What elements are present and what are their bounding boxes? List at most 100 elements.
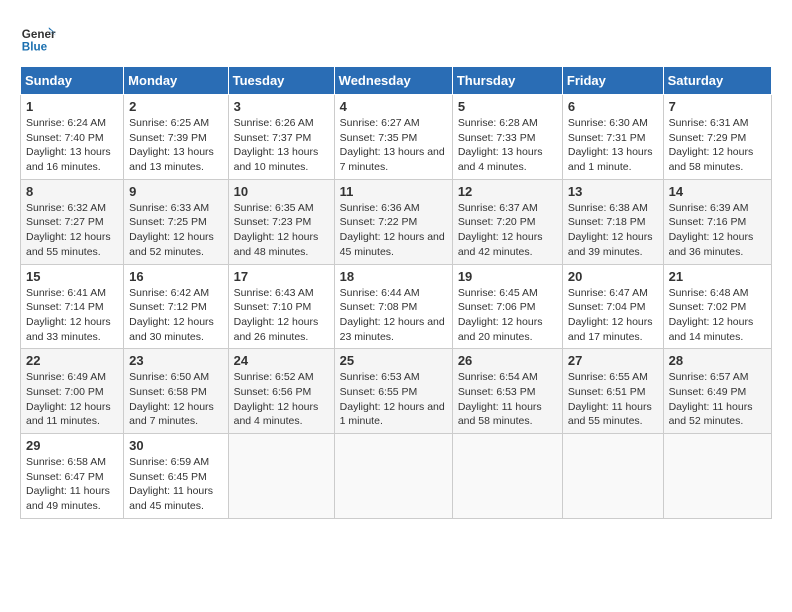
day-info: Sunrise: 6:47 AMSunset: 7:04 PMDaylight:… — [568, 287, 653, 343]
calendar-cell: 13 Sunrise: 6:38 AMSunset: 7:18 PMDaylig… — [562, 179, 663, 264]
day-number: 11 — [340, 184, 447, 199]
header-row: SundayMondayTuesdayWednesdayThursdayFrid… — [21, 67, 772, 95]
day-number: 18 — [340, 269, 447, 284]
day-number: 3 — [234, 99, 329, 114]
col-header-wednesday: Wednesday — [334, 67, 452, 95]
day-number: 7 — [669, 99, 766, 114]
col-header-sunday: Sunday — [21, 67, 124, 95]
day-info: Sunrise: 6:33 AMSunset: 7:25 PMDaylight:… — [129, 202, 214, 258]
svg-text:Blue: Blue — [22, 41, 48, 54]
calendar-cell — [452, 434, 562, 519]
day-info: Sunrise: 6:44 AMSunset: 7:08 PMDaylight:… — [340, 287, 445, 343]
col-header-monday: Monday — [124, 67, 228, 95]
day-number: 24 — [234, 353, 329, 368]
calendar-cell: 11 Sunrise: 6:36 AMSunset: 7:22 PMDaylig… — [334, 179, 452, 264]
day-info: Sunrise: 6:43 AMSunset: 7:10 PMDaylight:… — [234, 287, 319, 343]
day-info: Sunrise: 6:38 AMSunset: 7:18 PMDaylight:… — [568, 202, 653, 258]
day-number: 17 — [234, 269, 329, 284]
day-info: Sunrise: 6:57 AMSunset: 6:49 PMDaylight:… — [669, 371, 753, 427]
week-row: 1 Sunrise: 6:24 AMSunset: 7:40 PMDayligh… — [21, 95, 772, 180]
col-header-friday: Friday — [562, 67, 663, 95]
day-number: 4 — [340, 99, 447, 114]
calendar-cell — [334, 434, 452, 519]
day-number: 8 — [26, 184, 118, 199]
calendar-cell: 2 Sunrise: 6:25 AMSunset: 7:39 PMDayligh… — [124, 95, 228, 180]
calendar-cell: 14 Sunrise: 6:39 AMSunset: 7:16 PMDaylig… — [663, 179, 771, 264]
day-info: Sunrise: 6:37 AMSunset: 7:20 PMDaylight:… — [458, 202, 543, 258]
day-info: Sunrise: 6:35 AMSunset: 7:23 PMDaylight:… — [234, 202, 319, 258]
day-number: 28 — [669, 353, 766, 368]
calendar-cell: 10 Sunrise: 6:35 AMSunset: 7:23 PMDaylig… — [228, 179, 334, 264]
day-info: Sunrise: 6:26 AMSunset: 7:37 PMDaylight:… — [234, 117, 319, 173]
col-header-thursday: Thursday — [452, 67, 562, 95]
page-header: General Blue — [20, 20, 772, 56]
logo: General Blue — [20, 20, 56, 56]
calendar-cell: 22 Sunrise: 6:49 AMSunset: 7:00 PMDaylig… — [21, 349, 124, 434]
calendar-cell: 20 Sunrise: 6:47 AMSunset: 7:04 PMDaylig… — [562, 264, 663, 349]
day-info: Sunrise: 6:58 AMSunset: 6:47 PMDaylight:… — [26, 456, 110, 512]
day-number: 13 — [568, 184, 658, 199]
day-number: 25 — [340, 353, 447, 368]
day-info: Sunrise: 6:59 AMSunset: 6:45 PMDaylight:… — [129, 456, 213, 512]
day-info: Sunrise: 6:31 AMSunset: 7:29 PMDaylight:… — [669, 117, 754, 173]
calendar-cell: 18 Sunrise: 6:44 AMSunset: 7:08 PMDaylig… — [334, 264, 452, 349]
calendar-cell: 1 Sunrise: 6:24 AMSunset: 7:40 PMDayligh… — [21, 95, 124, 180]
day-number: 19 — [458, 269, 557, 284]
day-info: Sunrise: 6:48 AMSunset: 7:02 PMDaylight:… — [669, 287, 754, 343]
calendar-cell: 15 Sunrise: 6:41 AMSunset: 7:14 PMDaylig… — [21, 264, 124, 349]
day-number: 27 — [568, 353, 658, 368]
day-number: 26 — [458, 353, 557, 368]
day-info: Sunrise: 6:24 AMSunset: 7:40 PMDaylight:… — [26, 117, 111, 173]
day-info: Sunrise: 6:49 AMSunset: 7:00 PMDaylight:… — [26, 371, 111, 427]
calendar-cell: 6 Sunrise: 6:30 AMSunset: 7:31 PMDayligh… — [562, 95, 663, 180]
calendar-cell — [663, 434, 771, 519]
calendar-cell: 29 Sunrise: 6:58 AMSunset: 6:47 PMDaylig… — [21, 434, 124, 519]
calendar-cell: 25 Sunrise: 6:53 AMSunset: 6:55 PMDaylig… — [334, 349, 452, 434]
day-info: Sunrise: 6:53 AMSunset: 6:55 PMDaylight:… — [340, 371, 445, 427]
week-row: 29 Sunrise: 6:58 AMSunset: 6:47 PMDaylig… — [21, 434, 772, 519]
calendar-cell: 7 Sunrise: 6:31 AMSunset: 7:29 PMDayligh… — [663, 95, 771, 180]
day-number: 12 — [458, 184, 557, 199]
week-row: 22 Sunrise: 6:49 AMSunset: 7:00 PMDaylig… — [21, 349, 772, 434]
calendar-cell: 17 Sunrise: 6:43 AMSunset: 7:10 PMDaylig… — [228, 264, 334, 349]
day-info: Sunrise: 6:28 AMSunset: 7:33 PMDaylight:… — [458, 117, 543, 173]
calendar-cell: 12 Sunrise: 6:37 AMSunset: 7:20 PMDaylig… — [452, 179, 562, 264]
day-number: 14 — [669, 184, 766, 199]
day-info: Sunrise: 6:42 AMSunset: 7:12 PMDaylight:… — [129, 287, 214, 343]
day-info: Sunrise: 6:36 AMSunset: 7:22 PMDaylight:… — [340, 202, 445, 258]
day-info: Sunrise: 6:55 AMSunset: 6:51 PMDaylight:… — [568, 371, 652, 427]
col-header-tuesday: Tuesday — [228, 67, 334, 95]
calendar-cell: 27 Sunrise: 6:55 AMSunset: 6:51 PMDaylig… — [562, 349, 663, 434]
calendar-cell: 24 Sunrise: 6:52 AMSunset: 6:56 PMDaylig… — [228, 349, 334, 434]
day-info: Sunrise: 6:50 AMSunset: 6:58 PMDaylight:… — [129, 371, 214, 427]
calendar-table: SundayMondayTuesdayWednesdayThursdayFrid… — [20, 66, 772, 519]
day-number: 10 — [234, 184, 329, 199]
day-number: 15 — [26, 269, 118, 284]
day-number: 2 — [129, 99, 222, 114]
calendar-cell: 16 Sunrise: 6:42 AMSunset: 7:12 PMDaylig… — [124, 264, 228, 349]
day-number: 30 — [129, 438, 222, 453]
day-number: 9 — [129, 184, 222, 199]
week-row: 8 Sunrise: 6:32 AMSunset: 7:27 PMDayligh… — [21, 179, 772, 264]
calendar-cell: 28 Sunrise: 6:57 AMSunset: 6:49 PMDaylig… — [663, 349, 771, 434]
calendar-cell: 26 Sunrise: 6:54 AMSunset: 6:53 PMDaylig… — [452, 349, 562, 434]
day-info: Sunrise: 6:27 AMSunset: 7:35 PMDaylight:… — [340, 117, 445, 173]
calendar-cell: 4 Sunrise: 6:27 AMSunset: 7:35 PMDayligh… — [334, 95, 452, 180]
col-header-saturday: Saturday — [663, 67, 771, 95]
calendar-cell — [228, 434, 334, 519]
day-info: Sunrise: 6:30 AMSunset: 7:31 PMDaylight:… — [568, 117, 653, 173]
day-info: Sunrise: 6:32 AMSunset: 7:27 PMDaylight:… — [26, 202, 111, 258]
calendar-cell: 23 Sunrise: 6:50 AMSunset: 6:58 PMDaylig… — [124, 349, 228, 434]
calendar-cell: 8 Sunrise: 6:32 AMSunset: 7:27 PMDayligh… — [21, 179, 124, 264]
day-info: Sunrise: 6:54 AMSunset: 6:53 PMDaylight:… — [458, 371, 542, 427]
day-info: Sunrise: 6:45 AMSunset: 7:06 PMDaylight:… — [458, 287, 543, 343]
calendar-cell: 5 Sunrise: 6:28 AMSunset: 7:33 PMDayligh… — [452, 95, 562, 180]
day-number: 22 — [26, 353, 118, 368]
day-info: Sunrise: 6:41 AMSunset: 7:14 PMDaylight:… — [26, 287, 111, 343]
calendar-cell — [562, 434, 663, 519]
day-number: 1 — [26, 99, 118, 114]
logo-icon: General Blue — [20, 20, 56, 56]
day-number: 21 — [669, 269, 766, 284]
day-number: 20 — [568, 269, 658, 284]
day-number: 5 — [458, 99, 557, 114]
